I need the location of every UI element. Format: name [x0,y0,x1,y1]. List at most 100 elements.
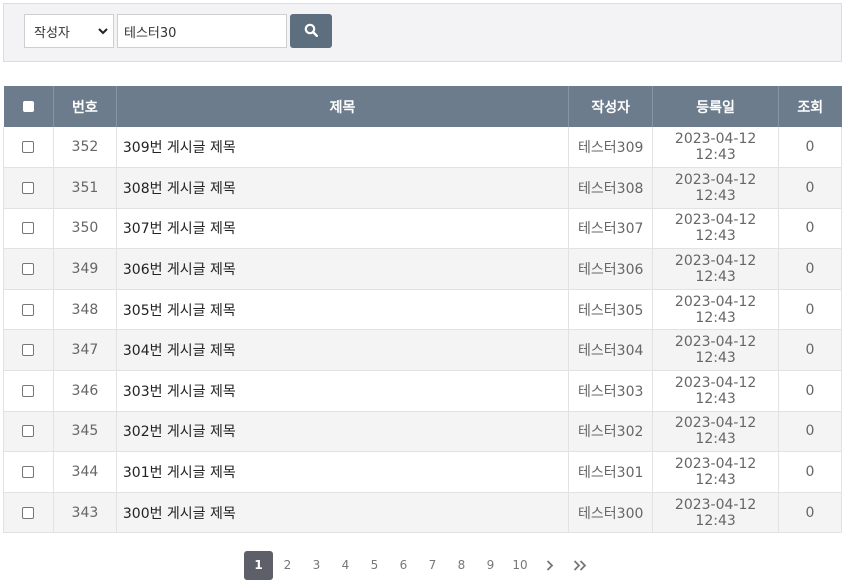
pagination: 1 2 3 4 5 6 7 8 9 10 [244,550,595,580]
row-select-cell [3,411,54,453]
row-checkbox[interactable] [22,506,35,519]
search-icon [304,22,319,41]
row-author: 테스터309 [568,127,654,169]
row-select-cell [3,289,54,331]
row-date: 2023-04-12 12:43 [652,411,780,453]
row-title-link[interactable]: 306번 게시글 제목 [116,248,570,290]
table-row[interactable]: 343 300번 게시글 제목 테스터300 2023-04-12 12:43 0 [3,492,842,534]
row-title-link[interactable]: 303번 게시글 제목 [116,370,570,412]
row-number: 351 [53,167,117,209]
table-row[interactable]: 349 306번 게시글 제목 테스터306 2023-04-12 12:43 0 [3,248,842,290]
table-row[interactable]: 345 302번 게시글 제목 테스터302 2023-04-12 12:43 0 [3,411,842,453]
row-number: 348 [53,289,117,331]
row-select-cell [3,127,54,169]
table-body: 352 309번 게시글 제목 테스터309 2023-04-12 12:43 0 351… [3,127,842,534]
last-page-button[interactable] [565,551,595,580]
header-title[interactable]: 제목 [116,86,570,127]
row-title-link[interactable]: 302번 게시글 제목 [116,411,570,453]
row-checkbox[interactable] [22,384,35,397]
row-date: 2023-04-12 12:43 [652,329,780,372]
table-row[interactable]: 351 308번 게시글 제목 테스터308 2023-04-12 12:43 0 [3,167,842,209]
row-views: 0 [778,167,842,209]
page-link-5[interactable]: 5 [360,551,389,580]
page-link-6[interactable]: 6 [389,551,418,580]
select-all-checkbox[interactable] [22,101,34,112]
row-number: 352 [53,127,117,169]
row-title-link[interactable]: 304번 게시글 제목 [116,329,570,372]
search-input[interactable]: 테스터30 [117,14,287,48]
row-number: 347 [53,329,117,372]
search-button[interactable] [290,14,332,48]
table-row[interactable]: 350 307번 게시글 제목 테스터307 2023-04-12 12:43 0 [3,208,842,250]
table-header-row: 번호 제목 작성자 등록일 조회 [3,86,842,127]
row-title-link[interactable]: 305번 게시글 제목 [116,289,570,331]
row-checkbox[interactable] [22,141,35,154]
select-all-cell [3,86,54,127]
row-author: 테스터308 [568,167,654,209]
table-row[interactable]: 347 304번 게시글 제목 테스터304 2023-04-12 12:43 0 [3,329,842,372]
row-views: 0 [778,370,842,412]
row-date: 2023-04-12 12:43 [652,370,780,412]
table-row[interactable]: 348 305번 게시글 제목 테스터305 2023-04-12 12:43 0 [3,289,842,331]
page-link-3[interactable]: 3 [302,551,331,580]
row-author: 테스터300 [568,492,654,534]
row-views: 0 [778,289,842,331]
row-number: 346 [53,370,117,412]
header-number[interactable]: 번호 [53,86,117,127]
row-views: 0 [778,248,842,290]
page-link-7[interactable]: 7 [418,551,447,580]
row-checkbox[interactable] [22,303,35,316]
row-title-link[interactable]: 307번 게시글 제목 [116,208,570,250]
row-date: 2023-04-12 12:43 [652,289,780,331]
row-views: 0 [778,492,842,534]
row-author: 테스터306 [568,248,654,290]
row-title-link[interactable]: 300번 게시글 제목 [116,492,570,534]
page-link-9[interactable]: 9 [476,551,505,580]
header-author[interactable]: 작성자 [568,86,654,127]
row-checkbox[interactable] [22,263,35,276]
row-title-link[interactable]: 309번 게시글 제목 [116,127,570,169]
row-select-cell [3,208,54,250]
row-checkbox[interactable] [22,222,35,235]
row-number: 345 [53,411,117,453]
row-select-cell [3,370,54,412]
row-title-link[interactable]: 301번 게시글 제목 [116,451,570,493]
search-field-select[interactable]: 작성자 [24,14,114,48]
row-date: 2023-04-12 12:43 [652,208,780,250]
row-author: 테스터307 [568,208,654,250]
row-title-link[interactable]: 308번 게시글 제목 [116,167,570,209]
chevron-right-icon [546,556,554,575]
header-date[interactable]: 등록일 [652,86,780,127]
row-date: 2023-04-12 12:43 [652,451,780,493]
row-author: 테스터302 [568,411,654,453]
row-checkbox[interactable] [22,181,35,194]
page-link-4[interactable]: 4 [331,551,360,580]
row-author: 테스터301 [568,451,654,493]
table-row[interactable]: 352 309번 게시글 제목 테스터309 2023-04-12 12:43 0 [3,127,842,169]
row-date: 2023-04-12 12:43 [652,127,780,169]
row-number: 343 [53,492,117,534]
page-link-10[interactable]: 10 [505,551,535,580]
table-row[interactable]: 344 301번 게시글 제목 테스터301 2023-04-12 12:43 0 [3,451,842,493]
row-checkbox[interactable] [22,466,35,479]
next-page-button[interactable] [535,551,565,580]
post-table: 번호 제목 작성자 등록일 조회 352 309번 게시글 제목 테스터309 202… [3,86,842,534]
table-row[interactable]: 346 303번 게시글 제목 테스터303 2023-04-12 12:43 0 [3,370,842,412]
row-checkbox[interactable] [22,344,35,357]
row-select-cell [3,492,54,534]
page-link-8[interactable]: 8 [447,551,476,580]
row-select-cell [3,329,54,372]
page-link-1[interactable]: 1 [244,550,273,580]
row-views: 0 [778,208,842,250]
header-views[interactable]: 조회 [778,86,842,127]
row-author: 테스터304 [568,329,654,372]
page-link-2[interactable]: 2 [273,551,302,580]
row-views: 0 [778,451,842,493]
row-author: 테스터303 [568,370,654,412]
double-chevron-right-icon [573,556,587,575]
row-checkbox[interactable] [22,425,35,438]
chevron-down-icon [93,14,113,48]
search-field-selected: 작성자 [34,25,70,41]
row-views: 0 [778,411,842,453]
row-select-cell [3,451,54,493]
